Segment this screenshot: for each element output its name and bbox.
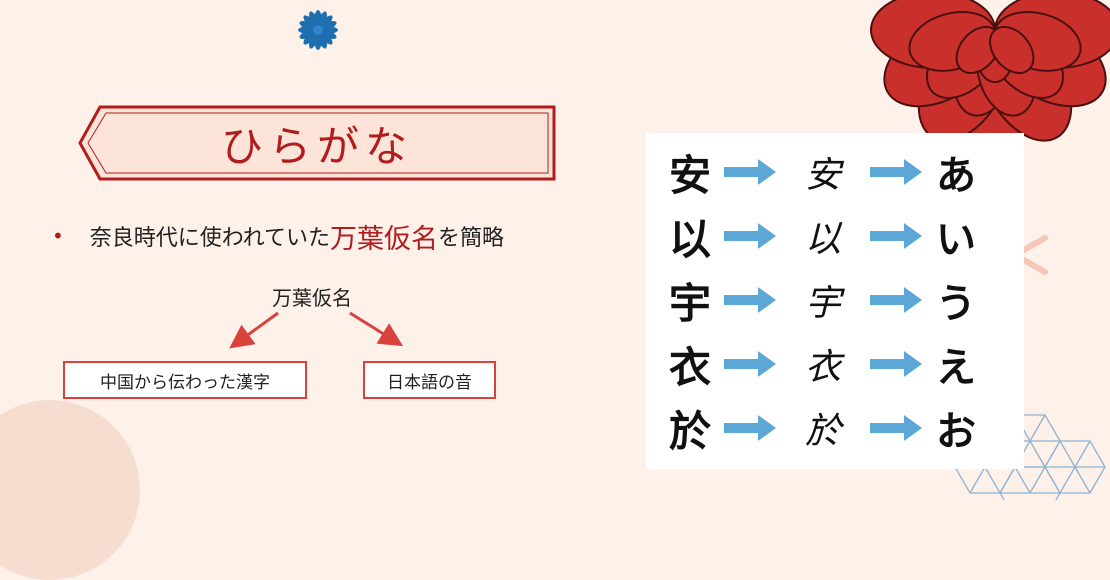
bullet-point: • 奈良時代に使われていた 万葉仮名 を簡略 [52, 216, 504, 256]
kanji-char: 安 [668, 150, 711, 200]
cursive-char: 以 [804, 219, 841, 260]
arrow-to-right-box [349, 311, 404, 347]
page-title: ひらがな [220, 121, 413, 171]
diagram-box-kanji: 中国から伝わった漢字 [63, 361, 307, 399]
hiragana-char: お [936, 409, 976, 455]
right-arrow-icon [866, 415, 926, 441]
diagram-box-sound: 日本語の音 [363, 361, 496, 399]
cursive-char: 於 [804, 411, 841, 452]
right-arrow-icon [866, 159, 926, 185]
right-arrow-icon [720, 223, 780, 249]
bullet-text-after: を簡略 [438, 226, 505, 251]
right-arrow-icon [866, 287, 926, 313]
right-arrow-icon [720, 351, 780, 377]
right-arrow-icon [720, 159, 780, 185]
kana-evolution-grid: 安 安 あ 以 以 い 宇 宇 う 衣 衣 え 於 於 お [660, 140, 1010, 460]
right-arrow-icon [866, 351, 926, 377]
right-arrow-icon [866, 223, 926, 249]
arrow-to-left-box [229, 311, 279, 349]
cursive-char: 安 [804, 155, 841, 196]
cursive-char: 衣 [804, 347, 841, 388]
hiragana-char: う [936, 281, 976, 327]
kanji-char: 於 [668, 406, 711, 456]
decorative-circle [0, 400, 140, 580]
hiragana-char: あ [936, 153, 976, 199]
bullet-text-before: 奈良時代に使われていた [89, 226, 331, 251]
bullet-highlight: 万葉仮名 [330, 223, 439, 255]
cursive-char: 宇 [804, 283, 841, 324]
kanji-char: 衣 [668, 342, 711, 392]
blue-flower-icon [298, 10, 338, 50]
bullet-dot-icon: • [52, 224, 64, 248]
right-arrow-icon [720, 415, 780, 441]
kanji-char: 宇 [668, 278, 711, 328]
hiragana-char: え [936, 345, 976, 391]
kanji-char: 以 [668, 214, 711, 264]
diagram-arrows [229, 311, 404, 349]
right-arrow-icon [720, 287, 780, 313]
hiragana-char: い [936, 217, 976, 263]
